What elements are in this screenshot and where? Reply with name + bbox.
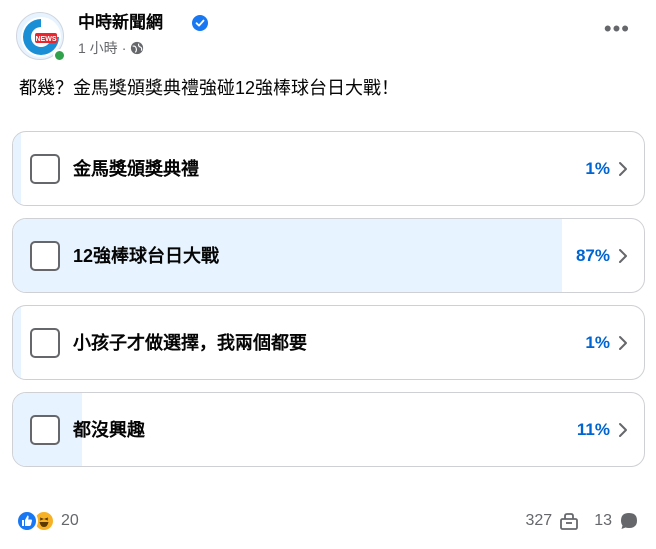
poll-option-percent: 87% (575, 246, 610, 265)
svg-text:NEWS: NEWS (36, 36, 57, 43)
poll-option-percent: 1% (585, 333, 610, 352)
share-count[interactable]: 327 (526, 512, 553, 530)
comment-count[interactable]: 13 (594, 512, 612, 530)
verified-badge-icon (192, 15, 208, 31)
poll-option[interactable]: 小孩子才做選擇，我兩個都要 1% (12, 305, 645, 380)
more-options-button[interactable]: ••• (604, 18, 630, 40)
poll-option[interactable]: 都沒興趣 11% (12, 392, 645, 467)
poll-option-percent: 11% (576, 420, 610, 439)
share-icon (560, 513, 579, 530)
post-header: NEWS 中時新聞網 1 小時 · ••• (16, 12, 640, 64)
poll-option[interactable]: 金馬獎頒獎典禮 1% (12, 131, 645, 206)
post-footer: 20 327 13 (16, 510, 640, 538)
post-meta: 1 小時 · (78, 39, 144, 57)
poll-option-fill (13, 132, 21, 205)
chevron-right-icon (619, 336, 627, 350)
poll-options: 金馬獎頒獎典禮 1% 12強棒球台日大戰 87% 小孩子才做選擇，我兩個都要 1… (12, 131, 645, 479)
poll-option-label: 12強棒球台日大戰 (73, 246, 220, 266)
chevron-right-icon (619, 162, 627, 176)
poll-option-fill (13, 306, 21, 379)
engagement-stats: 327 13 (526, 510, 641, 532)
reactions-summary[interactable]: 20 (16, 510, 79, 532)
chevron-right-icon (619, 249, 627, 263)
poll-option-checkbox[interactable] (30, 241, 60, 271)
page-name[interactable]: 中時新聞網 (78, 12, 163, 34)
globe-icon (131, 41, 144, 55)
online-status-dot (53, 49, 66, 62)
poll-option-label: 小孩子才做選擇，我兩個都要 (73, 333, 307, 353)
poll-option-checkbox[interactable] (30, 328, 60, 358)
page-avatar[interactable]: NEWS (16, 12, 66, 62)
poll-option-percent: 1% (585, 159, 610, 178)
meta-separator: · (121, 40, 127, 56)
poll-option[interactable]: 12強棒球台日大戰 87% (12, 218, 645, 293)
chevron-right-icon (619, 423, 627, 437)
poll-option-label: 都沒興趣 (73, 420, 145, 440)
post-time[interactable]: 1 小時 (78, 39, 118, 57)
poll-option-checkbox[interactable] (30, 415, 60, 445)
comment-icon (621, 513, 637, 529)
reaction-count: 20 (61, 512, 79, 529)
poll-option-label: 金馬獎頒獎典禮 (73, 159, 199, 179)
poll-option-checkbox[interactable] (30, 154, 60, 184)
like-reaction-icon (16, 510, 38, 532)
post-text: 都幾？金馬獎頒獎典禮強碰12強棒球台日大戰！ (19, 78, 400, 98)
